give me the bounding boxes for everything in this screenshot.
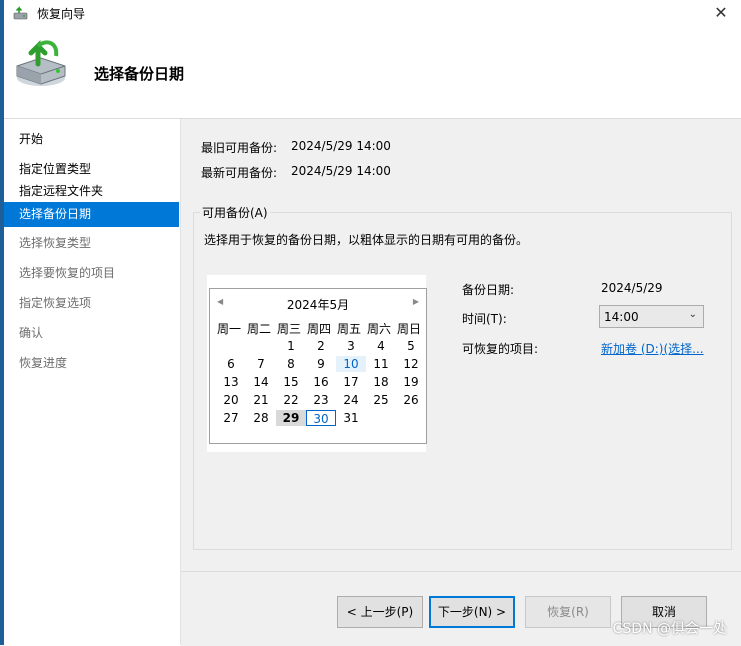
weekday-label: 周三 — [276, 322, 301, 336]
calendar-day[interactable]: 13 — [216, 374, 246, 390]
step-recovery-options: 指定恢复选项 — [19, 296, 92, 310]
calendar-month-label: 2024年5月 — [286, 298, 350, 312]
calendar-day[interactable]: 23 — [306, 392, 336, 408]
calendar[interactable]: ◀ 2024年5月 ▶ 周一 周二 周三 周四 周五 周六 周日 1 2 3 4 5 6 7 8 9 10 11… — [209, 288, 427, 444]
calendar-day[interactable]: 19 — [396, 374, 426, 390]
window-title: 恢复向导 — [37, 7, 86, 21]
backup-date-label: 备份日期: — [462, 283, 515, 297]
oldest-backup-value: 2024/5/29 14:00 — [291, 139, 391, 153]
step-progress: 恢复进度 — [19, 356, 68, 370]
oldest-backup-label: 最旧可用备份: — [201, 141, 278, 155]
next-month-icon[interactable]: ▶ — [413, 297, 419, 306]
calendar-day[interactable]: 30 — [306, 410, 336, 426]
time-label: 时间(T): — [462, 312, 507, 326]
step-start[interactable]: 开始 — [4, 127, 179, 152]
calendar-day[interactable]: 1 — [276, 338, 306, 354]
close-icon[interactable]: ✕ — [707, 2, 735, 24]
calendar-day[interactable]: 11 — [366, 356, 396, 372]
calendar-day[interactable]: 22 — [276, 392, 306, 408]
step-backup-date[interactable]: 选择备份日期 — [4, 202, 179, 227]
restore-wizard-app-icon — [13, 5, 29, 21]
calendar-day[interactable]: 28 — [246, 410, 276, 426]
recoverable-items-link[interactable]: 新加卷 (D:)(选择... — [601, 340, 704, 357]
calendar-day[interactable]: 8 — [276, 356, 306, 372]
backup-date-value: 2024/5/29 — [601, 281, 663, 295]
calendar-day[interactable]: 29 — [276, 410, 306, 426]
calendar-day[interactable]: 4 — [366, 338, 396, 354]
wizard-header: 选择备份日期 — [4, 26, 741, 119]
wizard-content: 最旧可用备份: 2024/5/29 14:00 最新可用备份: 2024/5/2… — [181, 119, 741, 571]
step-recovery-type: 选择恢复类型 — [19, 236, 92, 250]
calendar-day[interactable]: 14 — [246, 374, 276, 390]
calendar-day[interactable]: 10 — [336, 356, 366, 372]
time-dropdown-value: 14:00 — [604, 310, 639, 324]
title-bar: 恢复向导 ✕ — [4, 0, 741, 26]
page-title: 选择备份日期 — [94, 65, 185, 83]
available-backups-label: 可用备份(A) — [200, 204, 270, 221]
weekday-label: 周五 — [336, 322, 361, 336]
calendar-day[interactable]: 9 — [306, 356, 336, 372]
calendar-day[interactable]: 26 — [396, 392, 426, 408]
step-select-items: 选择要恢复的项目 — [19, 266, 116, 280]
calendar-day[interactable]: 18 — [366, 374, 396, 390]
calendar-day[interactable]: 5 — [396, 338, 426, 354]
wizard-step-list: 开始 指定位置类型 指定远程文件夹 选择备份日期 选择恢复类型 选择要恢复的项目… — [4, 119, 181, 645]
calendar-day[interactable]: 6 — [216, 356, 246, 372]
calendar-day[interactable]: 21 — [246, 392, 276, 408]
available-backups-group: 可用备份(A) 选择用于恢复的备份日期，以粗体显示的日期有可用的备份。 ◀ 20… — [193, 204, 732, 550]
newest-backup-value: 2024/5/29 14:00 — [291, 164, 391, 178]
step-confirm: 确认 — [19, 326, 44, 340]
calendar-day[interactable]: 2 — [306, 338, 336, 354]
calendar-day[interactable]: 27 — [216, 410, 246, 426]
weekday-label: 周一 — [216, 322, 241, 336]
calendar-panel: ◀ 2024年5月 ▶ 周一 周二 周三 周四 周五 周六 周日 1 2 3 4 5 6 7 8 9 10 11… — [207, 275, 427, 452]
weekday-label: 周日 — [396, 322, 421, 336]
weekday-label: 周六 — [366, 322, 391, 336]
weekday-label: 周四 — [306, 322, 331, 336]
calendar-day[interactable]: 25 — [366, 392, 396, 408]
calendar-day[interactable]: 16 — [306, 374, 336, 390]
calendar-day[interactable]: 17 — [336, 374, 366, 390]
weekday-label: 周二 — [246, 322, 271, 336]
calendar-day[interactable]: 31 — [336, 410, 366, 426]
recover-button: 恢复(R) — [525, 596, 611, 628]
calendar-day[interactable]: 24 — [336, 392, 366, 408]
wizard-button-bar: < 上一步(P) 下一步(N) > 恢复(R) 取消 CSDN @俱会一处 — [181, 571, 741, 646]
step-remote-folder[interactable]: 指定远程文件夹 — [4, 179, 179, 204]
calendar-day[interactable]: 3 — [336, 338, 366, 354]
back-button[interactable]: < 上一步(P) — [337, 596, 423, 628]
backup-restore-icon — [12, 34, 70, 90]
newest-backup-label: 最新可用备份: — [201, 166, 278, 180]
calendar-day[interactable]: 12 — [396, 356, 426, 372]
chevron-down-icon: ⌄ — [688, 309, 697, 320]
calendar-day[interactable]: 20 — [216, 392, 246, 408]
time-dropdown[interactable]: 14:00 ⌄ — [599, 305, 704, 328]
csdn-watermark: CSDN @俱会一处 — [612, 621, 727, 637]
next-button[interactable]: 下一步(N) > — [429, 596, 515, 628]
available-backups-description: 选择用于恢复的备份日期，以粗体显示的日期有可用的备份。 — [204, 233, 529, 247]
recoverable-items-label: 可恢复的项目: — [462, 342, 539, 356]
calendar-day[interactable]: 15 — [276, 374, 306, 390]
calendar-day[interactable]: 7 — [246, 356, 276, 372]
